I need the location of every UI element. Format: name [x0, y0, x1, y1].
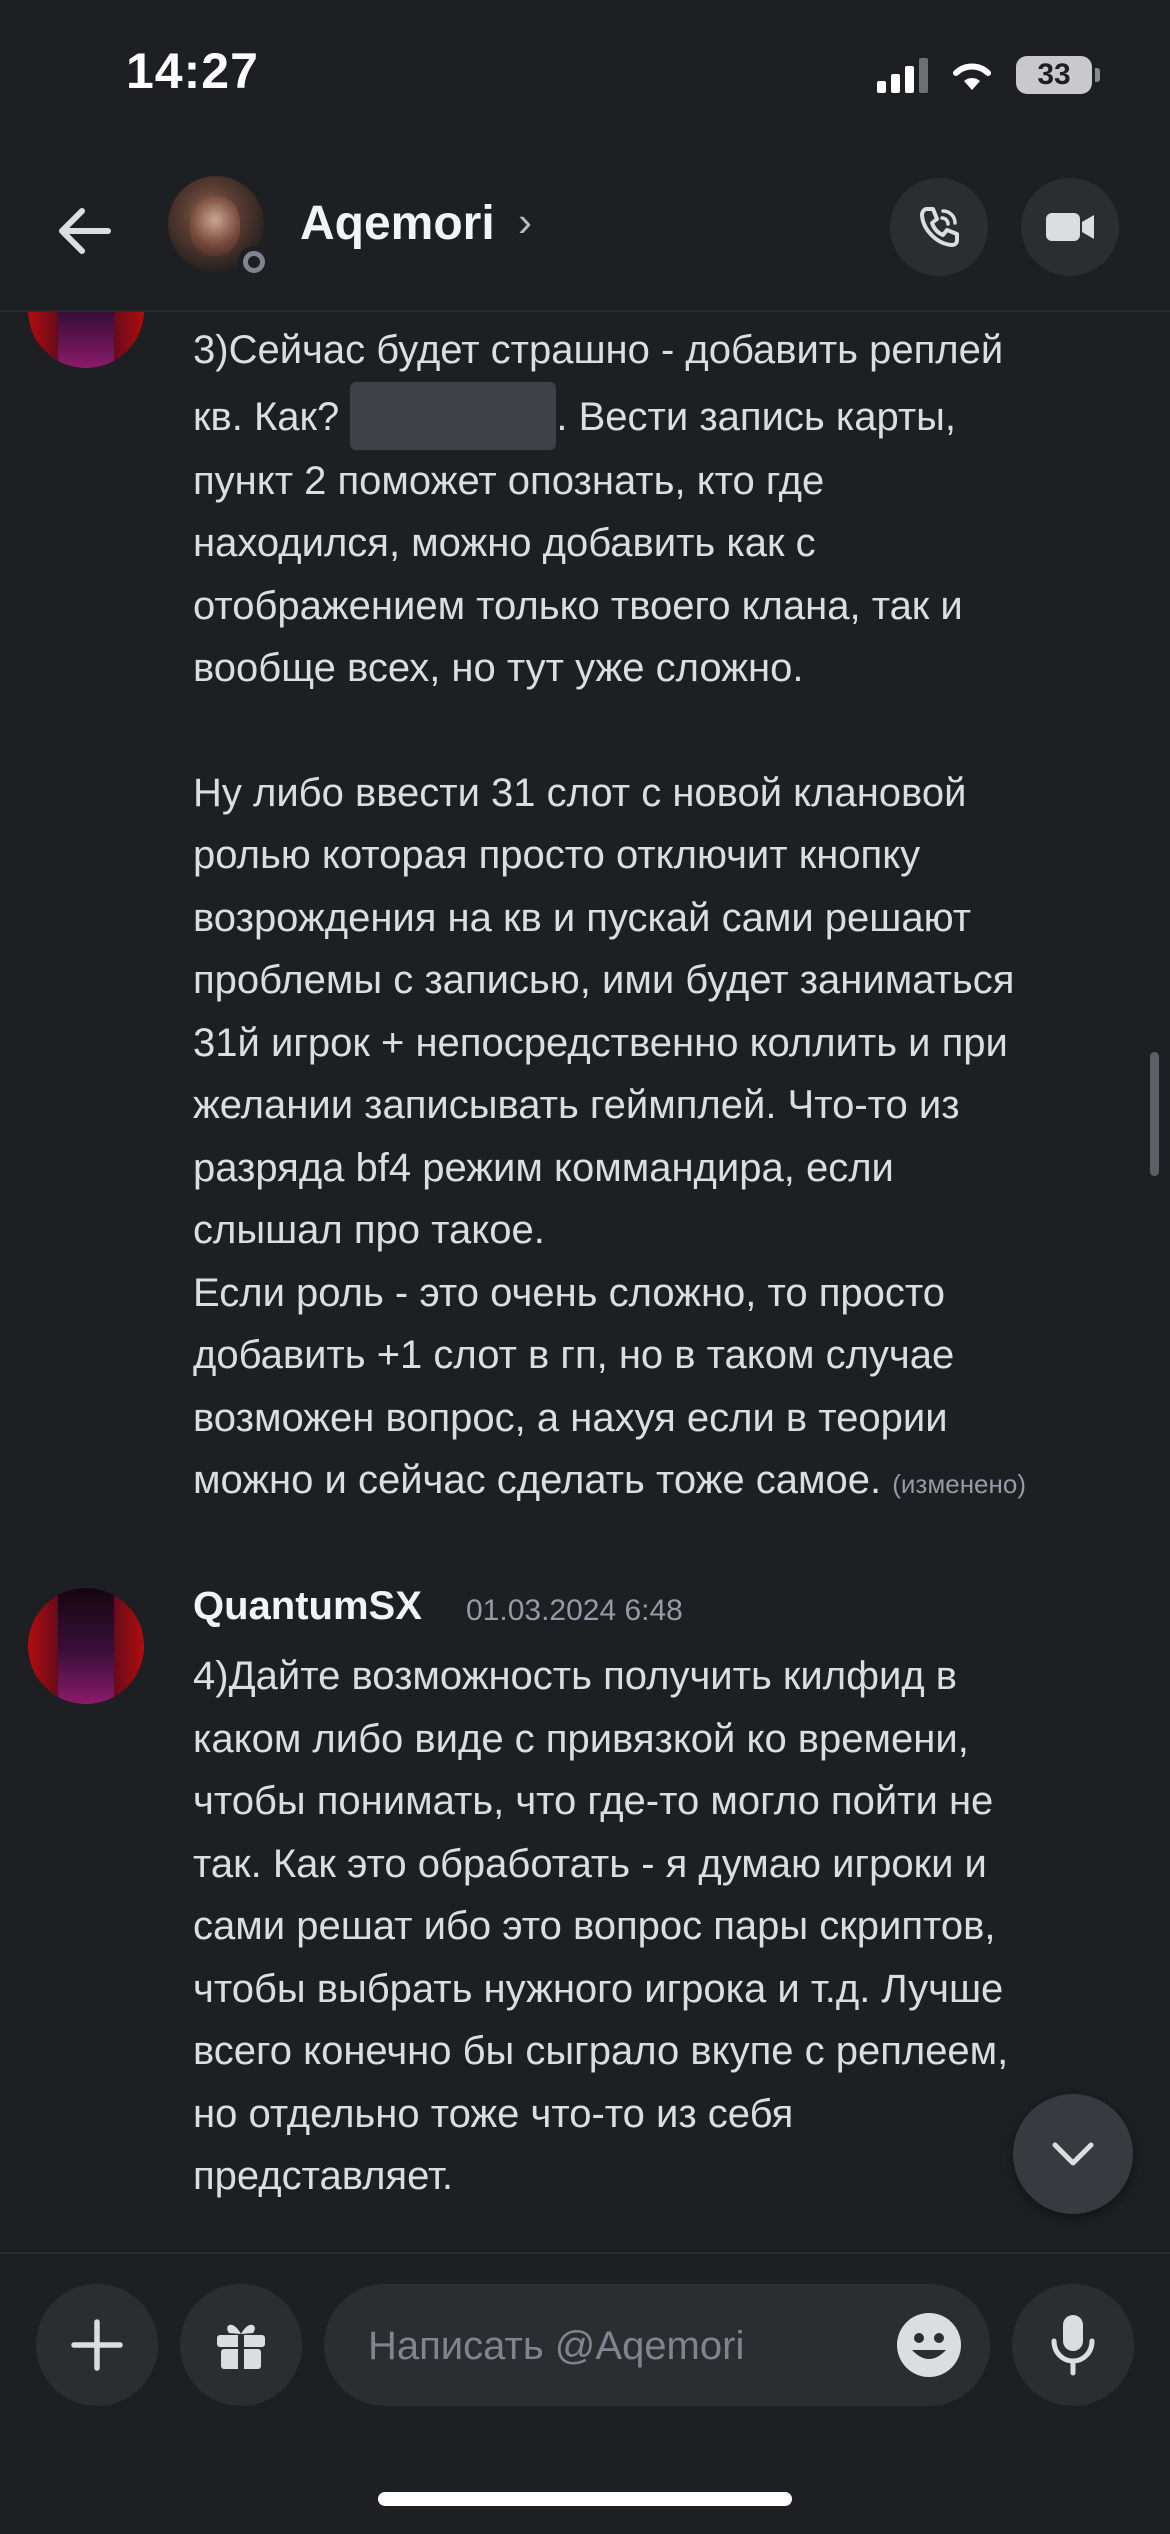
- message-line: . Вести запись карты,: [556, 394, 957, 439]
- contact-avatar[interactable]: [168, 176, 270, 278]
- chevron-right-icon[interactable]: ›: [518, 198, 532, 246]
- message-body: 3)Сейчас будет страшно - добавить реплей…: [193, 319, 1143, 1516]
- message-input-container[interactable]: [324, 2284, 990, 2406]
- author-avatar[interactable]: [28, 1588, 144, 1704]
- message-paragraph: Ну либо ввести 31 слот с новой клановой …: [193, 762, 1143, 1516]
- battery-level: 33: [1037, 58, 1071, 91]
- message-line: ролью которая просто отключит кнопку: [193, 833, 921, 877]
- status-icons: 33: [877, 56, 1100, 94]
- message-line: вообще всех, но тут уже сложно.: [193, 646, 804, 690]
- message-line: каком либо виде с привязкой ко времени,: [193, 1716, 969, 1761]
- message-line: Если роль - это очень сложно, то просто: [193, 1270, 946, 1315]
- contact-name[interactable]: Aqemori: [300, 196, 495, 251]
- microphone-icon: [1051, 2315, 1095, 2376]
- message-line: представляет.: [193, 2154, 453, 2198]
- home-indicator[interactable]: [378, 2492, 792, 2506]
- offline-status-icon: [238, 246, 270, 278]
- message-timestamp: 01.03.2024 6:48: [466, 1594, 683, 1627]
- video-call-button[interactable]: [1021, 178, 1119, 276]
- message-line: добавить +1 слот в гп, но в таком случае: [193, 1333, 955, 1377]
- chevron-down-icon: [1052, 2142, 1094, 2166]
- scrollbar[interactable]: [1150, 1052, 1159, 1176]
- message-line: слышал про такое.: [193, 1208, 545, 1252]
- status-bar: 14:27 33: [0, 0, 1170, 150]
- message-paragraph: 3)Сейчас будет страшно - добавить реплей…: [193, 319, 1143, 700]
- gift-button[interactable]: [180, 2284, 302, 2406]
- message-line: всего конечно бы сыграло вкупе с реплеем…: [193, 2029, 1009, 2073]
- message-paragraph: 4)Дайте возможность получить килфид в ка…: [193, 1645, 1143, 2208]
- message-line: проблемы с записью, ими будет заниматься: [193, 958, 1015, 1002]
- arrow-left-icon[interactable]: [50, 196, 120, 266]
- avatar-image: [190, 196, 240, 256]
- battery-icon: 33: [1016, 56, 1100, 94]
- message-line: возрождения на кв и пускай сами решают: [193, 895, 972, 940]
- message-line: желании записывать геймплей. Что-то из: [193, 1083, 960, 1127]
- message-line: разряда bf4 режим коммандира, если: [193, 1145, 894, 1190]
- add-attachment-button[interactable]: [36, 2284, 158, 2406]
- wifi-icon: [953, 63, 991, 90]
- message-line: кв. Как?: [193, 394, 351, 439]
- author-avatar[interactable]: [28, 312, 144, 368]
- author-name[interactable]: QuantumSX: [193, 1584, 422, 1629]
- message-line: пункт 2 поможет опознать, кто где: [193, 458, 825, 503]
- plus-icon: [71, 2319, 123, 2371]
- voice-message-button[interactable]: [1012, 2284, 1134, 2406]
- message-line: 31й игрок + непосредственно коллить и пр…: [193, 1020, 1008, 1065]
- phone-icon: [920, 207, 959, 247]
- message-line: можно и сейчас сделать тоже самое.: [193, 1458, 882, 1502]
- spoiler-hidden-text[interactable]: [350, 381, 557, 450]
- message-list[interactable]: 3)Сейчас будет страшно - добавить реплей…: [0, 312, 1170, 2244]
- cellular-signal-icon: [877, 57, 928, 93]
- message-line: сами решат ибо это вопрос пары скриптов,: [193, 1904, 996, 1948]
- message-line: чтобы выбрать нужного игрока и т.д. Лучш…: [193, 1966, 1004, 2011]
- chat-header: Aqemori ›: [0, 150, 1170, 312]
- message-line: но отдельно тоже что-то из себя: [193, 2091, 794, 2136]
- message-line: возможен вопрос, а нахуя если в теории: [193, 1395, 948, 1440]
- message-line: 4)Дайте возможность получить килфид в: [193, 1654, 958, 1698]
- call-button[interactable]: [890, 178, 988, 276]
- message-body: 4)Дайте возможность получить килфид в ка…: [193, 1645, 1143, 2208]
- message-input[interactable]: [366, 2312, 850, 2380]
- message-line: чтобы понимать, что где-то могло пойти н…: [193, 1779, 994, 1823]
- emoji-icon[interactable]: [896, 2312, 962, 2378]
- status-time: 14:27: [126, 43, 259, 99]
- edited-label: (изменено): [892, 1469, 1026, 1499]
- message-line: Ну либо ввести 31 слот с новой клановой: [193, 770, 967, 815]
- gift-icon: [217, 2324, 265, 2371]
- message-line: находился, можно добавить как с: [193, 521, 816, 565]
- message-line: так. Как это обработать - я думаю игроки…: [193, 1841, 987, 1886]
- jump-to-latest-button[interactable]: [1013, 2094, 1133, 2214]
- message-line: отображением только твоего клана, так и: [193, 583, 963, 628]
- message-line: 3)Сейчас будет страшно - добавить реплей: [193, 328, 1004, 372]
- video-camera-icon: [1046, 213, 1094, 241]
